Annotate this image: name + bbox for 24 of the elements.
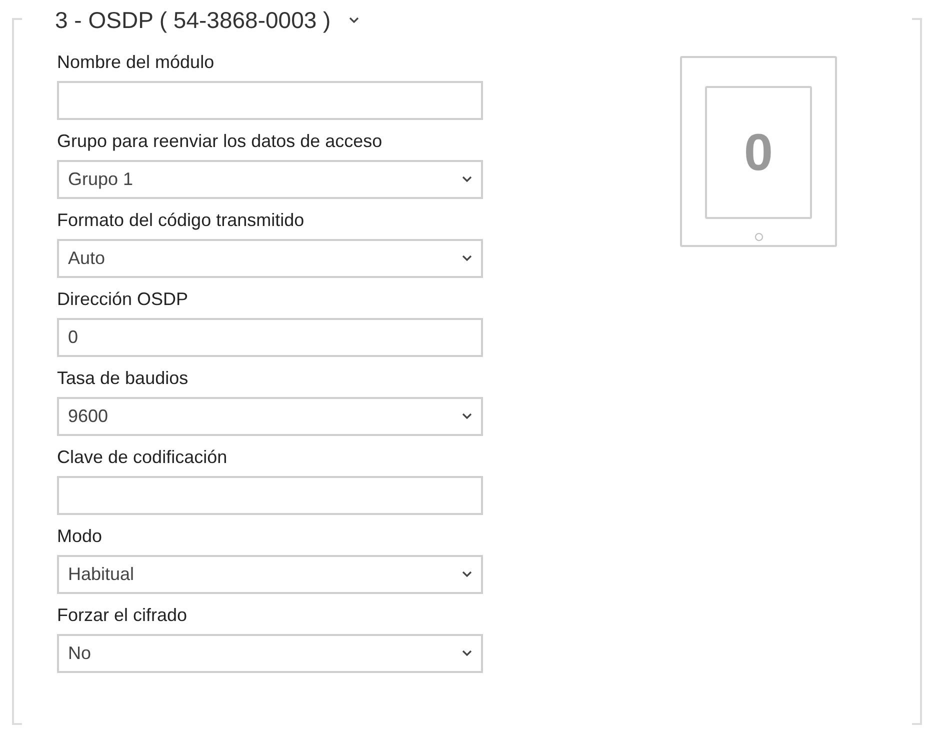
field-label: Forzar el cifrado [57,604,188,626]
button-icon [754,233,762,241]
dropdown[interactable]: Auto [57,239,483,278]
chevron-down-icon [462,571,472,578]
dropdown[interactable]: Habitual [57,555,483,594]
field-label: Dirección OSDP [57,288,190,310]
chevron-down-icon [462,176,472,183]
field-label: Clave de codificación [57,446,228,468]
dropdown[interactable]: 9600 [57,397,483,436]
field-label: Nombre del módulo [57,51,216,73]
field-label: Modo [57,525,104,547]
device-screen: 0 [705,86,812,219]
field-label: Formato del código transmitido [57,209,306,231]
input-field[interactable]: 0 [57,318,483,357]
field-label: Grupo para reenviar los datos de acceso [57,130,384,152]
input-field[interactable] [57,476,483,515]
dropdown[interactable]: No [57,634,483,673]
dropdown[interactable]: Grupo 1 [57,160,483,199]
field-label: Tasa de baudios [57,367,190,389]
chevron-down-icon [348,16,359,24]
chevron-down-icon [462,413,472,420]
input-field[interactable] [57,81,483,120]
chevron-down-icon [462,650,472,657]
chevron-down-icon [462,255,472,262]
